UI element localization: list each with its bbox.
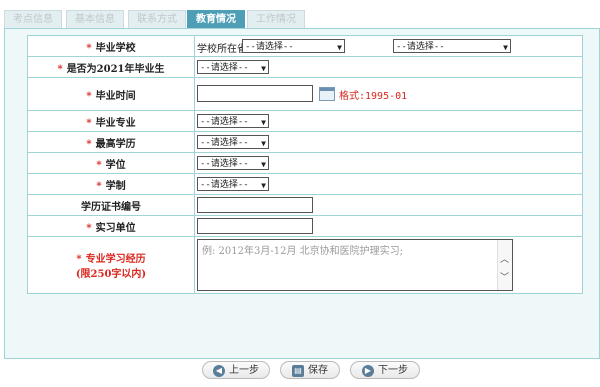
grad-time-value-cell: 格式:1995-01	[194, 77, 583, 111]
school-select[interactable]: --请选择-- ▼	[393, 39, 511, 53]
required-mark: *	[86, 90, 92, 102]
education-panel: * 毕业学校 学校所在省 --请选择-- ▼ --请选择-- ▼ * 是否为2021年毕…	[4, 28, 600, 359]
save-icon: ▤	[292, 364, 304, 377]
cert-no-input[interactable]	[197, 197, 313, 213]
education-select[interactable]: --请选择-- ▼	[197, 135, 269, 149]
schooling-select-value: --请选择--	[200, 180, 249, 190]
tab-exam-info[interactable]: 考点信息	[4, 10, 62, 28]
tab-education[interactable]: 教育情况	[187, 10, 245, 29]
required-mark: *	[76, 254, 82, 265]
degree-select-value: --请选择--	[200, 159, 249, 169]
schooling-label: 学制	[105, 180, 126, 192]
education-label-cell: * 最高学历	[27, 131, 195, 153]
chevron-down-icon: ▼	[261, 160, 266, 169]
experience-textarea[interactable]: 例: 2012年3月-12月 北京协和医院护理实习; ︿ ﹀	[197, 239, 513, 291]
save-button[interactable]: ▤ 保存	[280, 361, 340, 379]
required-mark: *	[86, 138, 92, 150]
experience-placeholder: 例: 2012年3月-12月 北京协和医院护理实习;	[202, 246, 404, 257]
cert-no-value-cell	[194, 194, 583, 216]
school-select-value: --请选择--	[396, 42, 445, 52]
major-select-value: --请选择--	[200, 117, 249, 127]
grad-time-label: 毕业时间	[95, 90, 136, 102]
prev-button[interactable]: ◀ 上一步	[202, 361, 270, 379]
grad2021-label-cell: * 是否为2021年毕业生	[27, 56, 195, 78]
tab-work[interactable]: 工作情况	[247, 10, 305, 28]
internship-value-cell	[194, 215, 583, 237]
chevron-down-icon[interactable]: ﹀	[500, 270, 509, 283]
grad2021-value-cell: --请选择-- ▼	[194, 56, 583, 78]
major-label: 毕业专业	[95, 117, 136, 129]
arrow-left-icon: ◀	[213, 364, 225, 377]
degree-label-cell: * 学位	[27, 152, 195, 174]
next-button-label: 下一步	[378, 365, 408, 376]
province-select-value: --请选择--	[245, 42, 294, 52]
degree-label: 学位	[105, 159, 126, 171]
education-select-value: --请选择--	[200, 138, 249, 148]
prev-button-label: 上一步	[229, 365, 259, 376]
school-label-cell: * 毕业学校	[27, 35, 195, 57]
education-form: * 毕业学校 学校所在省 --请选择-- ▼ --请选择-- ▼ * 是否为2021年毕…	[27, 35, 583, 294]
chevron-down-icon: ▼	[261, 181, 266, 190]
school-value-cell: 学校所在省 --请选择-- ▼ --请选择-- ▼	[194, 35, 583, 57]
internship-label-cell: * 实习单位	[27, 215, 195, 237]
grad2021-label: 是否为2021年毕业生	[66, 63, 165, 75]
required-mark: *	[86, 222, 92, 234]
tab-contact[interactable]: 联系方式	[128, 10, 186, 28]
calendar-icon[interactable]	[319, 87, 335, 101]
grad-time-input[interactable]	[197, 85, 313, 102]
grad2021-select[interactable]: --请选择-- ▼	[197, 60, 269, 74]
education-label: 最高学历	[95, 138, 136, 150]
date-format-hint: 格式:1995-01	[339, 91, 408, 102]
degree-value-cell: --请选择-- ▼	[194, 152, 583, 174]
chevron-down-icon: ▼	[337, 43, 342, 52]
major-select[interactable]: --请选择-- ▼	[197, 114, 269, 128]
major-value-cell: --请选择-- ▼	[194, 110, 583, 132]
textarea-scrollbar[interactable]: ︿ ﹀	[497, 240, 512, 290]
chevron-down-icon: ▼	[261, 64, 266, 73]
province-select[interactable]: --请选择-- ▼	[242, 39, 345, 53]
province-prefix: 学校所在省	[197, 44, 247, 55]
required-mark: *	[86, 117, 92, 129]
schooling-value-cell: --请选择-- ▼	[194, 173, 583, 195]
cert-no-label: 学历证书编号	[81, 201, 141, 213]
education-value-cell: --请选择-- ▼	[194, 131, 583, 153]
experience-label-wrap: * 专业学习经历	[28, 250, 194, 265]
experience-label-cell: * 专业学习经历 (限250字以内)	[27, 236, 195, 294]
chevron-down-icon: ▼	[261, 139, 266, 148]
school-label: 毕业学校	[95, 42, 136, 54]
next-button[interactable]: ▶ 下一步	[350, 361, 420, 379]
required-mark: *	[96, 180, 102, 192]
major-label-cell: * 毕业专业	[27, 110, 195, 132]
schooling-label-cell: * 学制	[27, 173, 195, 195]
required-mark: *	[86, 42, 92, 54]
required-mark: *	[96, 159, 102, 171]
grad-time-label-cell: * 毕业时间	[27, 77, 195, 111]
experience-label: 专业学习经历	[85, 254, 146, 265]
arrow-right-icon: ▶	[362, 364, 374, 377]
experience-limit: (限250字以内)	[75, 269, 147, 280]
tab-bar: 考点信息 基本信息 联系方式 教育情况 工作情况	[0, 0, 600, 29]
internship-input[interactable]	[197, 218, 313, 234]
internship-label: 实习单位	[95, 222, 136, 234]
cert-no-label-cell: 学历证书编号	[27, 194, 195, 216]
chevron-up-icon[interactable]: ︿	[500, 252, 509, 265]
degree-select[interactable]: --请选择-- ▼	[197, 156, 269, 170]
chevron-down-icon: ▼	[503, 43, 508, 52]
required-mark: *	[57, 63, 63, 75]
schooling-select[interactable]: --请选择-- ▼	[197, 177, 269, 191]
tab-basic-info[interactable]: 基本信息	[66, 10, 124, 28]
experience-value-cell: 例: 2012年3月-12月 北京协和医院护理实习; ︿ ﹀	[194, 236, 583, 294]
grad2021-select-value: --请选择--	[200, 63, 249, 73]
chevron-down-icon: ▼	[261, 118, 266, 127]
save-button-label: 保存	[308, 365, 328, 376]
